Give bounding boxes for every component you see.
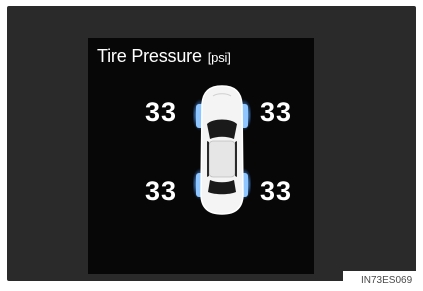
- unit-label: [psi]: [207, 50, 231, 65]
- title-text: Tire Pressure: [97, 46, 202, 66]
- rear-left-pressure: 33: [145, 176, 178, 206]
- car-top-view-icon: [193, 85, 251, 215]
- front-left-pressure: 33: [145, 97, 178, 127]
- tire-pressure-title: Tire Pressure [psi]: [97, 45, 231, 69]
- rear-right-pressure: 33: [260, 176, 293, 206]
- image-reference-code: IN73ES069: [343, 271, 423, 291]
- front-right-pressure: 33: [260, 97, 293, 127]
